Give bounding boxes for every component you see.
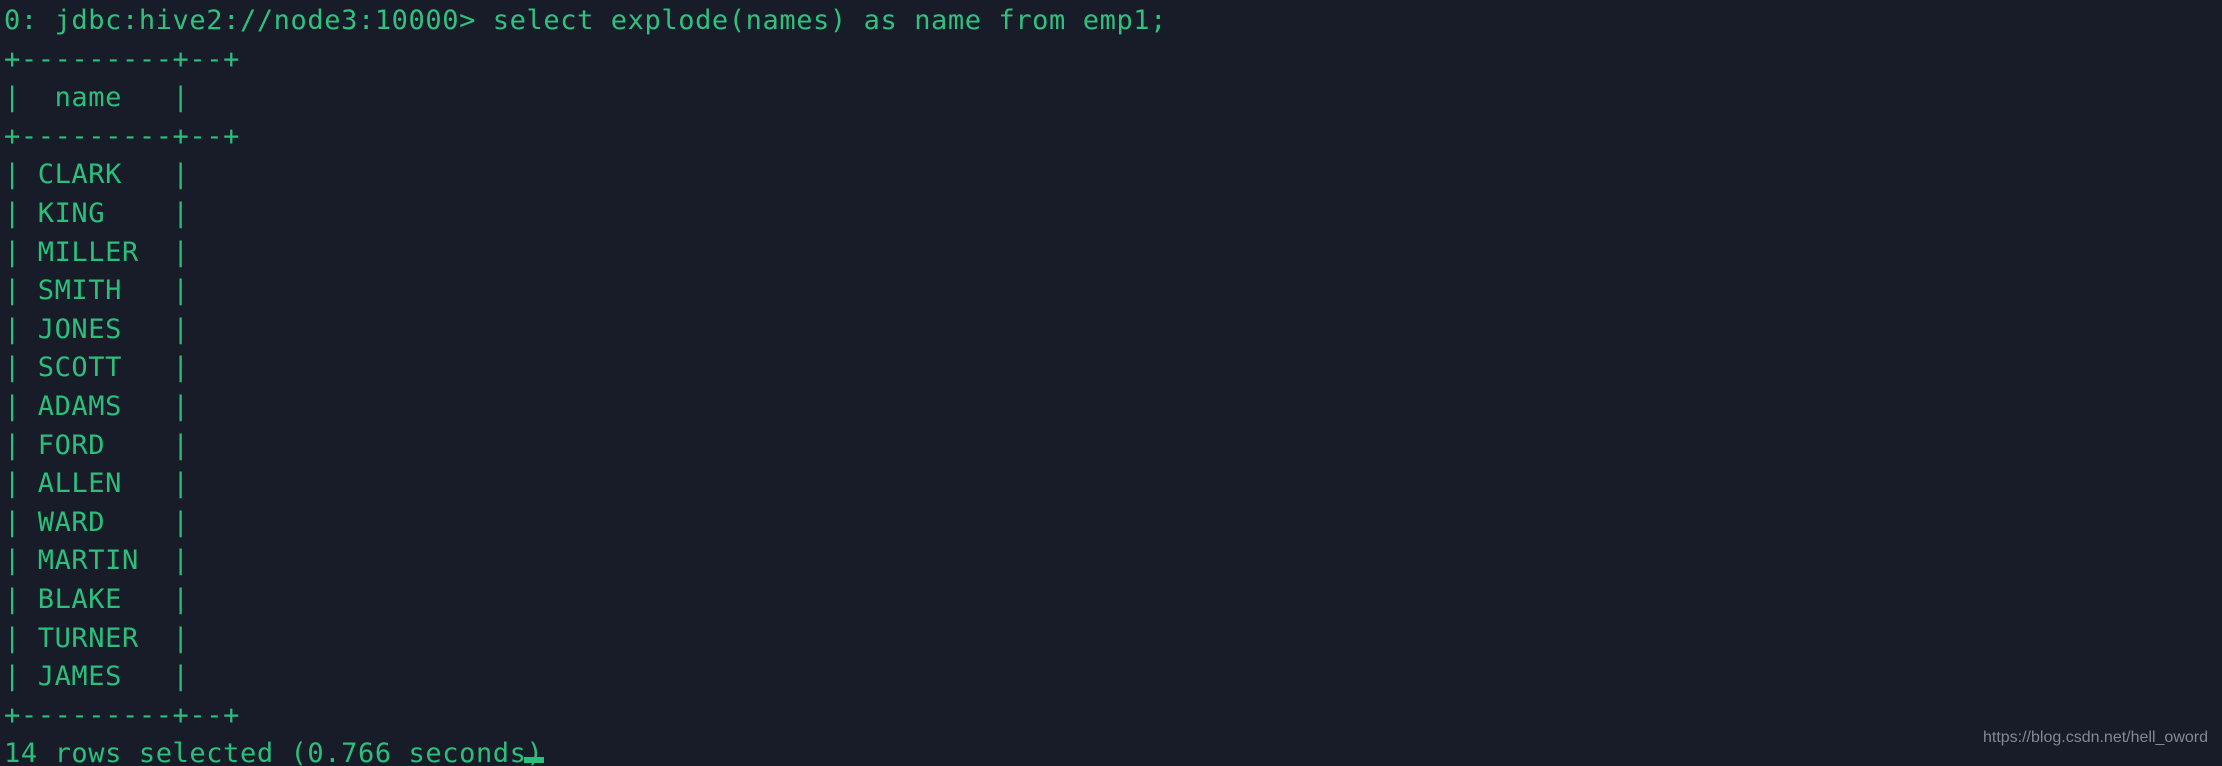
table-row: | ALLEN | [4,468,190,500]
table-row: | MILLER | [4,236,190,268]
table-row: | ADAMS | [4,390,190,422]
table-row: | WARD | [4,506,190,538]
table-row: | JONES | [4,313,190,345]
table-row: | SMITH | [4,275,190,307]
table-header-row: | name | [4,82,190,114]
table-row: | JAMES | [4,661,190,693]
terminal-window[interactable]: 0: jdbc:hive2://node3:10000> select expl… [0,0,2222,766]
table-bottom-border: +---------+--+ [4,699,240,731]
table-row: | MARTIN | [4,545,190,577]
watermark: https://blog.csdn.net/hell_oword [1982,729,2208,747]
table-row: | BLAKE | [4,583,190,615]
table-row: | FORD | [4,429,190,461]
table-row: | KING | [4,197,190,229]
block-cursor-icon [524,757,544,763]
table-header-separator: +---------+--+ [4,120,240,152]
table-top-border: +---------+--+ [4,43,240,75]
prompt-line: 0: jdbc:hive2://node3:10000> select expl… [4,5,1168,36]
status-line: 14 rows selected (0.766 seconds) [4,738,544,766]
table-row: | TURNER | [4,622,190,654]
table-row: | CLARK | [4,159,190,191]
table-row: | SCOTT | [4,352,190,384]
